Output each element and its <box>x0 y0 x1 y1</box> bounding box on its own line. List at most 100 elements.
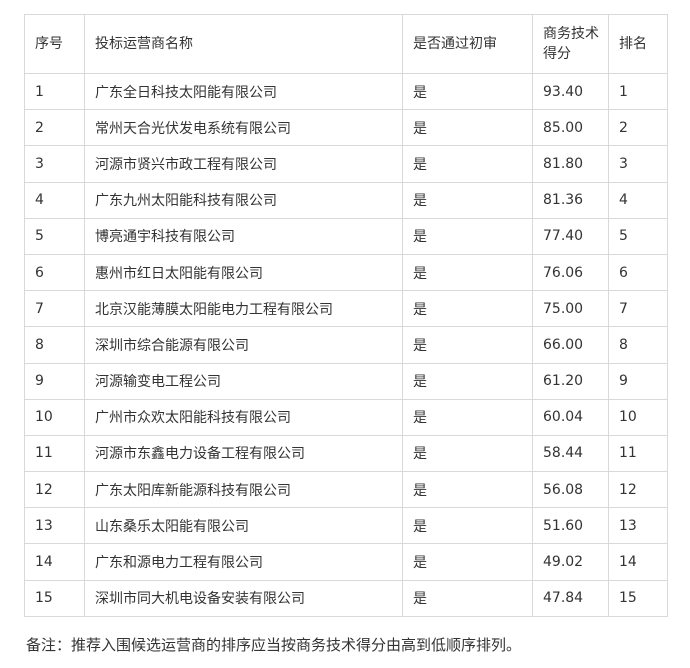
cell-company-name: 河源市东鑫电力设备工程有限公司 <box>84 434 403 473</box>
cell-index: 14 <box>24 543 85 581</box>
cell-preliminary-review: 是 <box>402 507 533 545</box>
cell-company-name: 山东桑乐太阳能有限公司 <box>84 507 403 545</box>
cell-score: 58.44 <box>532 434 609 473</box>
header-preliminary-review: 是否通过初审 <box>402 14 533 74</box>
cell-index: 3 <box>24 145 85 183</box>
cell-preliminary-review: 是 <box>402 290 533 328</box>
cell-preliminary-review: 是 <box>402 362 533 400</box>
cell-preliminary-review: 是 <box>402 398 533 436</box>
table-row: 5 博亮通宇科技有限公司是 77.40 5 <box>24 217 668 255</box>
cell-score: 93.40 <box>532 72 609 111</box>
cell-preliminary-review: 是 <box>402 217 533 255</box>
cell-score: 77.40 <box>532 217 609 255</box>
header-rank: 排名 <box>608 14 668 74</box>
table-row: 11 河源市东鑫电力设备工程有限公司是 58.44 11 <box>24 434 668 473</box>
cell-score: 51.60 <box>532 507 609 545</box>
table-row: 12 广东太阳库新能源科技有限公司是 56.08 12 <box>24 471 668 509</box>
table-row: 2 常州天合光伏发电系统有限公司是 85.00 2 <box>24 109 668 147</box>
cell-company-name: 常州天合光伏发电系统有限公司 <box>84 109 403 147</box>
cell-preliminary-review: 是 <box>402 434 533 473</box>
cell-index: 8 <box>24 326 85 364</box>
cell-rank: 1 <box>608 72 668 111</box>
cell-index: 12 <box>24 471 85 509</box>
cell-rank: 12 <box>608 471 668 509</box>
table-row: 6 惠州市红日太阳能有限公司是 76.06 6 <box>24 253 668 292</box>
cell-preliminary-review: 是 <box>402 471 533 509</box>
cell-rank: 15 <box>608 579 668 617</box>
cell-preliminary-review: 是 <box>402 181 533 219</box>
cell-preliminary-review: 是 <box>402 543 533 581</box>
cell-rank: 10 <box>608 398 668 436</box>
table-row: 7 北京汉能薄膜太阳能电力工程有限公司是 75.00 7 <box>24 290 668 328</box>
cell-index: 11 <box>24 434 85 473</box>
table-row: 10 广州市众欢太阳能科技有限公司是 60.04 10 <box>24 398 668 436</box>
cell-preliminary-review: 是 <box>402 579 533 617</box>
cell-rank: 11 <box>608 434 668 473</box>
cell-rank: 7 <box>608 290 668 328</box>
header-row: 序号 投标运营商名称 是否通过初审 商务技术得分 排名 <box>24 14 668 74</box>
cell-preliminary-review: 是 <box>402 145 533 183</box>
cell-score: 81.80 <box>532 145 609 183</box>
cell-rank: 4 <box>608 181 668 219</box>
cell-score: 56.08 <box>532 471 609 509</box>
table-row: 13 山东桑乐太阳能有限公司是 51.60 13 <box>24 507 668 545</box>
cell-company-name: 深圳市综合能源有限公司 <box>84 326 403 364</box>
cell-rank: 6 <box>608 253 668 292</box>
cell-score: 76.06 <box>532 253 609 292</box>
cell-preliminary-review: 是 <box>402 72 533 111</box>
cell-company-name: 广州市众欢太阳能科技有限公司 <box>84 398 403 436</box>
cell-index: 13 <box>24 507 85 545</box>
footnote: 备注：推荐入围候选运营商的排序应当按商务技术得分由高到低顺序排列。 <box>26 636 522 654</box>
cell-company-name: 河源输变电工程公司 <box>84 362 403 400</box>
cell-company-name: 广东太阳库新能源科技有限公司 <box>84 471 403 509</box>
cell-rank: 14 <box>608 543 668 581</box>
cell-score: 61.20 <box>532 362 609 400</box>
header-index: 序号 <box>24 14 85 74</box>
header-score: 商务技术得分 <box>532 14 609 74</box>
cell-company-name: 河源市贤兴市政工程有限公司 <box>84 145 403 183</box>
cell-index: 2 <box>24 109 85 147</box>
cell-company-name: 广东和源电力工程有限公司 <box>84 543 403 581</box>
cell-preliminary-review: 是 <box>402 109 533 147</box>
cell-score: 75.00 <box>532 290 609 328</box>
cell-company-name: 博亮通宇科技有限公司 <box>84 217 403 255</box>
cell-score: 47.84 <box>532 579 609 617</box>
cell-rank: 13 <box>608 507 668 545</box>
cell-score: 81.36 <box>532 181 609 219</box>
table-body: 1 广东全日科技太阳能有限公司是 93.40 1 2 常州天合光伏发电系统有限公司是 85.… <box>24 72 668 617</box>
cell-score: 66.00 <box>532 326 609 364</box>
cell-index: 1 <box>24 72 85 111</box>
cell-company-name: 广东全日科技太阳能有限公司 <box>84 72 403 111</box>
cell-index: 4 <box>24 181 85 219</box>
cell-score: 49.02 <box>532 543 609 581</box>
cell-preliminary-review: 是 <box>402 326 533 364</box>
cell-company-name: 深圳市同大机电设备安装有限公司 <box>84 579 403 617</box>
table-row: 3 河源市贤兴市政工程有限公司是 81.80 3 <box>24 145 668 183</box>
cell-preliminary-review: 是 <box>402 253 533 292</box>
table-row: 15 深圳市同大机电设备安装有限公司是 47.84 15 <box>24 579 668 617</box>
cell-company-name: 北京汉能薄膜太阳能电力工程有限公司 <box>84 290 403 328</box>
cell-rank: 3 <box>608 145 668 183</box>
cell-index: 7 <box>24 290 85 328</box>
ranking-table: 序号 投标运营商名称 是否通过初审 商务技术得分 排名 1 广东全日科技太阳能有限… <box>24 14 668 617</box>
cell-rank: 8 <box>608 326 668 364</box>
cell-index: 10 <box>24 398 85 436</box>
cell-index: 5 <box>24 217 85 255</box>
table-row: 9 河源输变电工程公司是 61.20 9 <box>24 362 668 400</box>
cell-rank: 9 <box>608 362 668 400</box>
table-row: 14 广东和源电力工程有限公司是 49.02 14 <box>24 543 668 581</box>
table-row: 4 广东九州太阳能科技有限公司是 81.36 4 <box>24 181 668 219</box>
cell-score: 85.00 <box>532 109 609 147</box>
table-row: 8 深圳市综合能源有限公司是 66.00 8 <box>24 326 668 364</box>
table-row: 1 广东全日科技太阳能有限公司是 93.40 1 <box>24 72 668 111</box>
header-company-name: 投标运营商名称 <box>84 14 403 74</box>
cell-rank: 5 <box>608 217 668 255</box>
cell-company-name: 广东九州太阳能科技有限公司 <box>84 181 403 219</box>
cell-index: 15 <box>24 579 85 617</box>
cell-score: 60.04 <box>532 398 609 436</box>
cell-index: 6 <box>24 253 85 292</box>
cell-index: 9 <box>24 362 85 400</box>
page: 序号 投标运营商名称 是否通过初审 商务技术得分 排名 1 广东全日科技太阳能有限… <box>0 0 690 668</box>
cell-company-name: 惠州市红日太阳能有限公司 <box>84 253 403 292</box>
cell-rank: 2 <box>608 109 668 147</box>
